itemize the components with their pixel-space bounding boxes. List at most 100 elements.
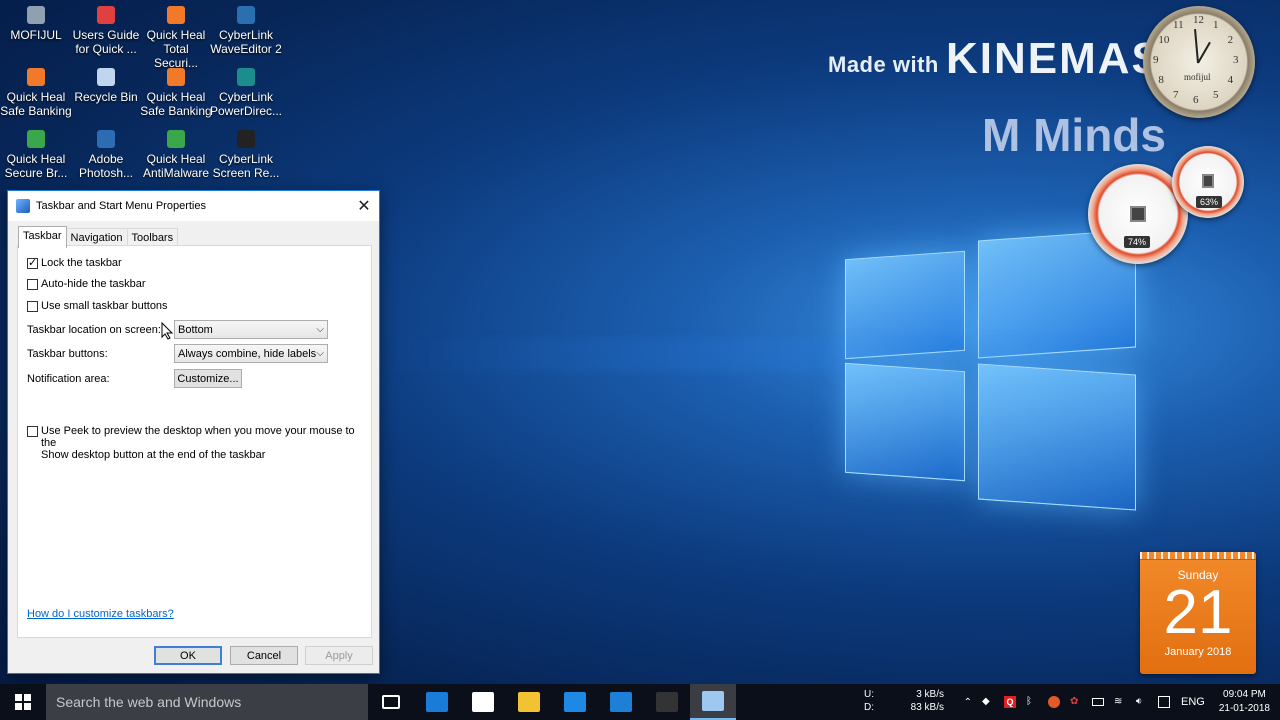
search-box[interactable]: Search the web and Windows: [46, 684, 368, 720]
task-view-icon: [382, 695, 400, 709]
taskbar-app-task-view[interactable]: [368, 684, 414, 720]
clock-gadget[interactable]: mofijul 12 1 2 3 4 5 6 7 8 9 10 11: [1143, 6, 1255, 118]
location-label: Taskbar location on screen:: [27, 324, 161, 336]
apply-button[interactable]: Apply: [305, 646, 373, 665]
language-indicator[interactable]: ENG: [1181, 696, 1205, 708]
app-icon: [167, 68, 185, 86]
bluetooth-icon[interactable]: ᛒ: [1026, 696, 1038, 708]
edge-icon: [610, 692, 632, 712]
desktop-icon[interactable]: Quick Heal Secure Br...: [0, 130, 72, 180]
auto-hide-checkbox[interactable]: [27, 279, 38, 290]
taskbar-app-settings[interactable]: [414, 684, 460, 720]
clock-numeral: 4: [1227, 74, 1234, 86]
desktop-icon-label: Quick Heal Safe Banking: [140, 90, 212, 118]
calendar-day: 21: [1163, 578, 1233, 647]
desktop-icon[interactable]: Adobe Photosh...: [70, 130, 142, 180]
desktop-icon[interactable]: MOFIJUL: [0, 6, 72, 42]
help-link[interactable]: How do I customize taskbars?: [27, 608, 174, 620]
taskbar-properties-dialog: Taskbar and Start Menu Properties ✕ Task…: [7, 190, 380, 674]
desktop-icon-label: Adobe Photosh...: [78, 152, 134, 180]
messenger-icon: [564, 692, 586, 712]
calendar-gadget[interactable]: Sunday 21 January 2018: [1140, 552, 1256, 674]
memory-icon: [1202, 174, 1214, 188]
taskbar-app-messenger[interactable]: [552, 684, 598, 720]
customize-button[interactable]: Customize...: [174, 369, 242, 388]
desktop-icon-label: Quick Heal Secure Br...: [4, 152, 68, 180]
location-dropdown[interactable]: Bottom ⌵: [174, 320, 328, 339]
show-hidden-icons[interactable]: ⌃: [964, 697, 972, 708]
system-tray: ⌃ ◆ Q ᛒ ✿ ≋ 🔉︎ ENG 09:04 PM 21-01-2018: [959, 684, 1280, 720]
peek-checkbox[interactable]: [27, 426, 38, 437]
app-tray-icon[interactable]: [1048, 696, 1060, 708]
ok-button[interactable]: OK: [154, 646, 222, 665]
network-speed: U: 3 kB/s D: 83 kB/s: [864, 688, 944, 714]
app-icon: [27, 6, 45, 24]
dropbox-icon[interactable]: ◆: [982, 696, 994, 708]
desktop-icon[interactable]: CyberLink PowerDirec...: [210, 68, 282, 118]
clock-numeral: 1: [1213, 19, 1219, 32]
peek-option[interactable]: Use Peek to preview the desktop when you…: [27, 425, 363, 461]
ram-meter-gadget[interactable]: 63%: [1172, 146, 1244, 218]
clock-numeral: 12: [1193, 14, 1204, 26]
desktop-icon[interactable]: CyberLink WaveEditor 2: [210, 6, 282, 56]
screen-recorder-icon: [656, 692, 678, 712]
taskbar-app-screen-recorder[interactable]: [644, 684, 690, 720]
upload-label: U:: [864, 689, 874, 700]
desktop-icon-label: Quick Heal Safe Banking: [0, 90, 72, 118]
tray-date: 21-01-2018: [1218, 703, 1270, 714]
clock-numeral: 11: [1173, 19, 1184, 32]
taskbar-properties-icon: [702, 691, 724, 711]
app-icon: [97, 68, 115, 86]
auto-hide-option[interactable]: Auto-hide the taskbar: [27, 278, 146, 290]
taskbar-app-edge[interactable]: [598, 684, 644, 720]
clock-numeral: 6: [1193, 94, 1199, 106]
desktop-icon[interactable]: Quick Heal Total Securi...: [140, 6, 212, 70]
taskbar-tab-panel: Lock the taskbar Auto-hide the taskbar U…: [17, 245, 372, 638]
desktop-icon[interactable]: Users Guide for Quick ...: [70, 6, 142, 56]
small-buttons-option[interactable]: Use small taskbar buttons: [27, 300, 168, 312]
taskbar-app-file-explorer[interactable]: [506, 684, 552, 720]
volume-icon[interactable]: 🔉︎: [1136, 696, 1148, 708]
light-beam: [380, 338, 850, 372]
dialog-titlebar[interactable]: Taskbar and Start Menu Properties ✕: [8, 191, 379, 221]
app-icon: [167, 6, 185, 24]
desktop-icon[interactable]: Quick Heal Safe Banking: [140, 68, 212, 118]
taskbar-app-taskbar-properties[interactable]: [690, 684, 736, 720]
watermark-m-minds: M Minds: [982, 109, 1166, 161]
chip-icon: [1130, 206, 1146, 222]
small-buttons-checkbox[interactable]: [27, 301, 38, 312]
desktop-icon-label: CyberLink WaveEditor 2: [210, 28, 282, 56]
clock-numeral: 2: [1227, 34, 1234, 46]
app-icon: [97, 6, 115, 24]
desktop-icon[interactable]: CyberLink Screen Re...: [210, 130, 282, 180]
lock-taskbar-checkbox[interactable]: [27, 256, 38, 269]
app-icon: [237, 68, 255, 86]
mouse-cursor-icon: [161, 322, 173, 340]
desktop-icon[interactable]: Quick Heal Safe Banking: [0, 68, 72, 118]
desktop-icon-label: MOFIJUL: [10, 28, 62, 42]
clock-minute-hand: [1194, 29, 1199, 64]
desktop-icon[interactable]: Recycle Bin: [70, 68, 142, 104]
peek-label-line2: Show desktop button at the end of the ta…: [41, 449, 266, 461]
camera-icon: [472, 692, 494, 712]
people-icon[interactable]: ✿: [1070, 696, 1082, 708]
location-value: Bottom: [178, 323, 213, 336]
cancel-button[interactable]: Cancel: [230, 646, 298, 665]
clock-tray[interactable]: 09:04 PM 21-01-2018: [1219, 688, 1270, 716]
taskbar-properties-icon: [16, 199, 30, 213]
buttons-dropdown[interactable]: Always combine, hide labels ⌵: [174, 344, 328, 363]
taskbar-app-camera[interactable]: [460, 684, 506, 720]
notification-icon[interactable]: [1158, 696, 1170, 708]
start-button[interactable]: [0, 684, 46, 720]
close-icon[interactable]: ✕: [349, 192, 379, 220]
battery-icon[interactable]: [1092, 698, 1104, 706]
quickheal-icon[interactable]: Q: [1004, 696, 1016, 708]
wifi-icon[interactable]: ≋: [1114, 696, 1126, 708]
buttons-value: Always combine, hide labels: [178, 347, 317, 360]
app-icon: [167, 130, 185, 148]
desktop-icon[interactable]: Quick Heal AntiMalware: [140, 130, 212, 180]
lock-taskbar-option[interactable]: Lock the taskbar: [27, 256, 122, 269]
file-explorer-icon: [518, 692, 540, 712]
settings-icon: [426, 692, 448, 712]
tab-taskbar[interactable]: Taskbar: [18, 226, 67, 248]
